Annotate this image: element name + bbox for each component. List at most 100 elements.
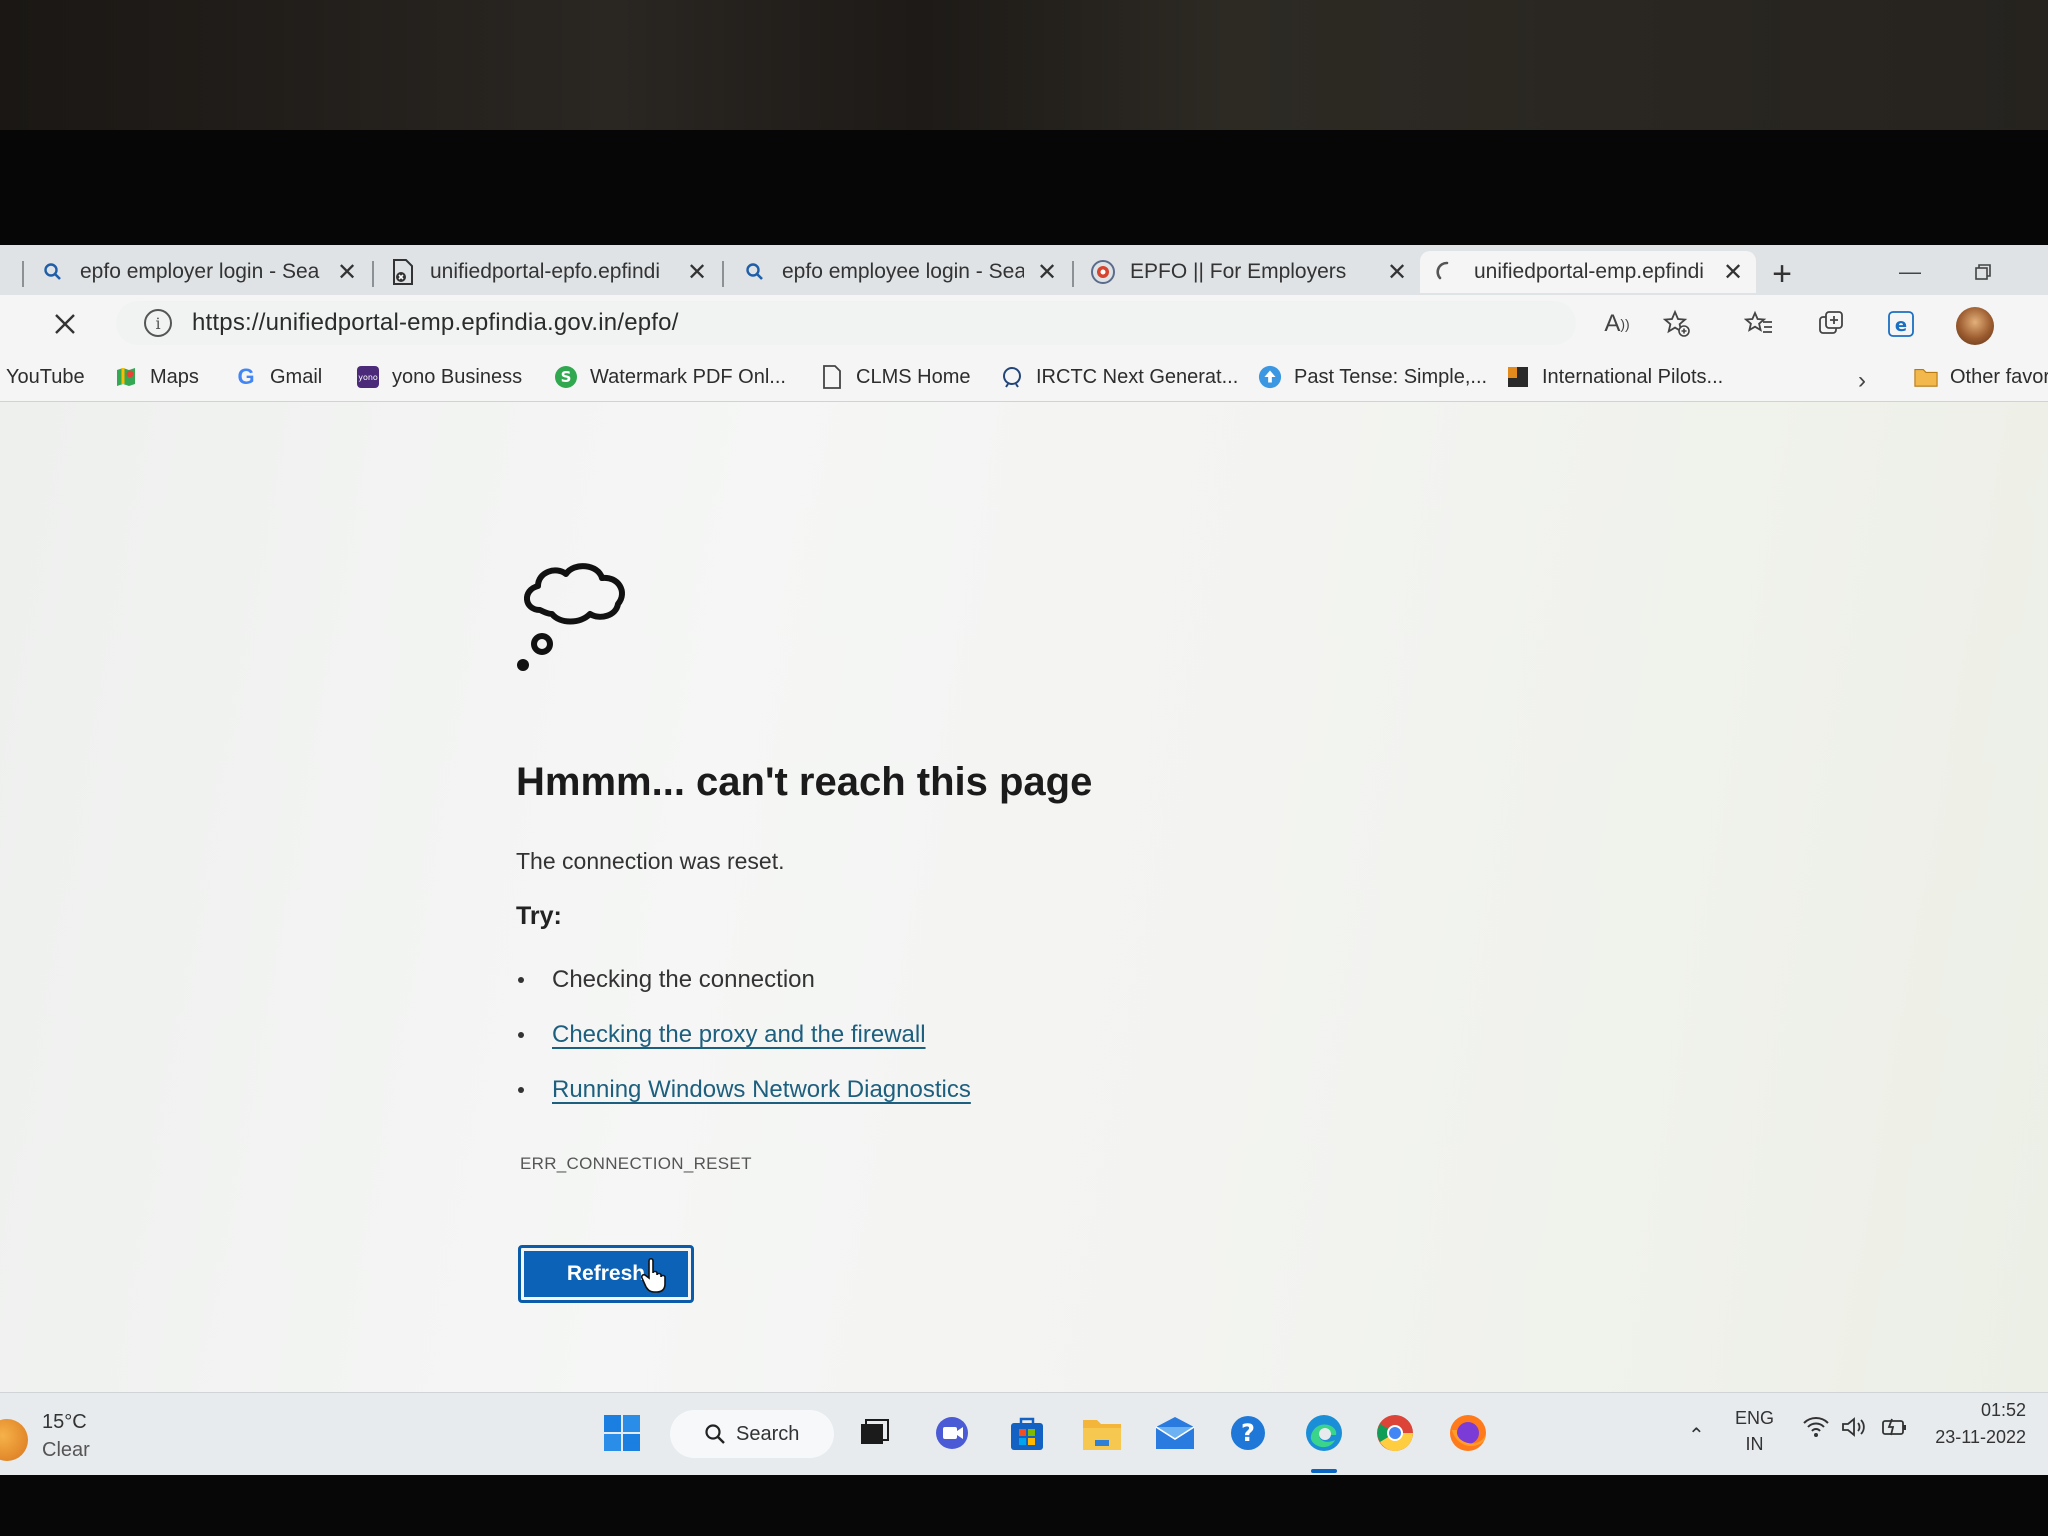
weather-condition[interactable]: Clear [42,1439,90,1462]
search-label: Search [736,1422,800,1445]
taskbar-search[interactable]: Search [670,1410,834,1458]
restore-window-icon[interactable] [1966,257,2000,287]
search-icon [40,259,66,285]
bookmark-other-favorites[interactable]: Other favor [1914,361,2048,393]
close-tab-icon[interactable]: ✕ [1384,259,1410,286]
tab-label: unifiedportal-emp.epfindi [1474,260,1704,283]
monitor-bezel-bottom [0,1475,2048,1536]
profile-avatar[interactable] [1956,307,1994,345]
read-aloud-label: A [1604,310,1621,337]
windows-start-icon[interactable] [600,1411,644,1455]
tab-unifiedportal-epfo[interactable]: unifiedportal-epfo.epfindi ✕ [390,251,710,293]
bookmark-youtube[interactable]: YouTube [6,361,85,393]
firefox-icon[interactable] [1446,1411,1490,1455]
bookmark-past-tense[interactable]: Past Tense: Simple,... [1258,361,1487,393]
clock-time: 01:52 [1980,1400,2026,1420]
search-icon [704,1423,726,1445]
google-icon: G [237,364,255,389]
add-favorite-icon[interactable] [1660,307,1694,341]
bookmark-gmail[interactable]: G Gmail [234,361,322,393]
weather-temperature[interactable]: 15°C [42,1411,87,1434]
loading-spinner-icon [1434,259,1460,285]
close-tab-icon[interactable]: ✕ [1034,259,1060,286]
bookmarks-bar: YouTube Maps G Gmail yono yono Business … [0,353,2048,402]
file-explorer-icon[interactable] [1080,1411,1124,1455]
bookmark-yono-business[interactable]: yono yono Business [356,361,522,393]
tab-epfo-employer-login[interactable]: epfo employer login - Sea ✕ [40,251,360,293]
tab-label: EPFO || For Employers [1130,260,1347,283]
bookmark-international-pilots[interactable]: International Pilots... [1506,361,1723,393]
bookmark-label: IRCTC Next Generat... [1036,365,1239,388]
minimize-window-icon[interactable]: — [1893,257,1927,287]
close-icon [55,314,75,334]
internet-explorer-mode-icon[interactable]: e [1884,307,1918,341]
error-page-icon [390,259,416,285]
tab-label: unifiedportal-epfo.epfindi [430,260,660,283]
bookmark-clms-home[interactable]: CLMS Home [820,361,970,393]
page-icon [820,365,844,389]
stop-loading-button[interactable] [48,307,82,341]
language-indicator[interactable]: ENG IN [1735,1405,1774,1457]
proxy-firewall-link[interactable]: Checking the proxy and the firewall [552,1021,926,1049]
bookmark-label: Watermark PDF Onl... [590,365,786,388]
thought-cloud-icon [517,563,625,671]
wifi-icon[interactable] [1802,1415,1830,1444]
favorites-icon[interactable] [1742,307,1776,341]
system-clock[interactable]: 01:52 23-11-2022 [1930,1397,2026,1451]
error-title: Hmmm... can't reach this page [516,760,1093,804]
bookmark-label: Maps [150,365,199,388]
tab-unifiedportal-emp-active[interactable]: unifiedportal-emp.epfindi ✕ [1420,251,1756,293]
url-text[interactable]: https://unifiedportal-emp.epfindia.gov.i… [192,309,679,337]
svg-text:e: e [1895,315,1907,336]
monitor-bezel-top [0,130,2048,245]
tab-separator [1072,261,1074,287]
tab-label: epfo employee login - Sea [782,260,1024,283]
tab-epfo-employee-login[interactable]: epfo employee login - Sea ✕ [742,251,1060,293]
show-hidden-icons-chevron[interactable]: ⌃ [1688,1423,1705,1448]
tab-strip: epfo employer login - Sea ✕ unifiedporta… [0,245,2048,295]
volume-icon[interactable] [1840,1415,1868,1444]
network-diagnostics-link[interactable]: Running Windows Network Diagnostics [552,1076,971,1104]
close-tab-icon[interactable]: ✕ [1720,259,1746,286]
suggestion-text: Checking the connection [552,965,815,993]
bookmark-irctc[interactable]: IRCTC Next Generat... [1000,361,1238,393]
tab-separator [722,261,724,287]
tab-epfo-for-employers[interactable]: EPFO || For Employers ✕ [1090,251,1410,293]
teams-chat-icon[interactable] [930,1411,974,1455]
weather-sun-icon[interactable] [0,1419,28,1461]
microsoft-store-icon[interactable] [1005,1411,1049,1455]
task-view-icon[interactable] [852,1411,896,1455]
bookmark-label: yono Business [392,365,523,388]
edge-browser-icon[interactable] [1302,1411,1346,1455]
epfo-logo-icon [1090,259,1116,285]
address-toolbar: i https://unifiedportal-emp.epfindia.gov… [0,295,2048,353]
error-page: Hmmm... can't reach this page The connec… [0,402,2048,1392]
collections-icon[interactable] [1814,307,1848,341]
mail-icon[interactable] [1153,1411,1197,1455]
battery-charging-icon[interactable] [1880,1415,1910,1444]
close-tab-icon[interactable]: ✕ [684,259,710,286]
site-info-icon[interactable]: i [144,309,172,337]
help-icon[interactable]: ? [1226,1411,1270,1455]
chrome-icon[interactable] [1373,1411,1417,1455]
chevron-right-icon[interactable]: › [1858,367,1866,395]
error-description: The connection was reset. [516,848,785,874]
bookmark-label: CLMS Home [856,365,971,388]
upload-arrow-icon [1258,365,1282,389]
bookmark-watermark-pdf[interactable]: S Watermark PDF Onl... [554,361,786,393]
error-code: ERR_CONNECTION_RESET [520,1154,752,1173]
windows-taskbar: 15°C Clear Search ? ⌃ ENG IN 01:52 23-11… [0,1392,2048,1475]
bookmark-maps[interactable]: Maps [114,361,199,393]
svg-text:?: ? [1241,1419,1255,1447]
svg-text:yono: yono [358,373,378,382]
read-aloud-icon[interactable]: A)) [1600,307,1634,341]
suggestion-list: Checking the connection Checking the pro… [516,952,971,1117]
address-bar[interactable]: i https://unifiedportal-emp.epfindia.gov… [116,301,1576,345]
suggestion-check-proxy-firewall: Checking the proxy and the firewall [516,1007,971,1062]
suggestion-check-connection: Checking the connection [516,952,971,1007]
bullet [518,977,524,983]
close-tab-icon[interactable]: ✕ [334,259,360,286]
new-tab-button[interactable]: + [1765,255,1799,293]
watermark-s-icon: S [554,365,578,389]
active-app-indicator [1311,1469,1337,1473]
